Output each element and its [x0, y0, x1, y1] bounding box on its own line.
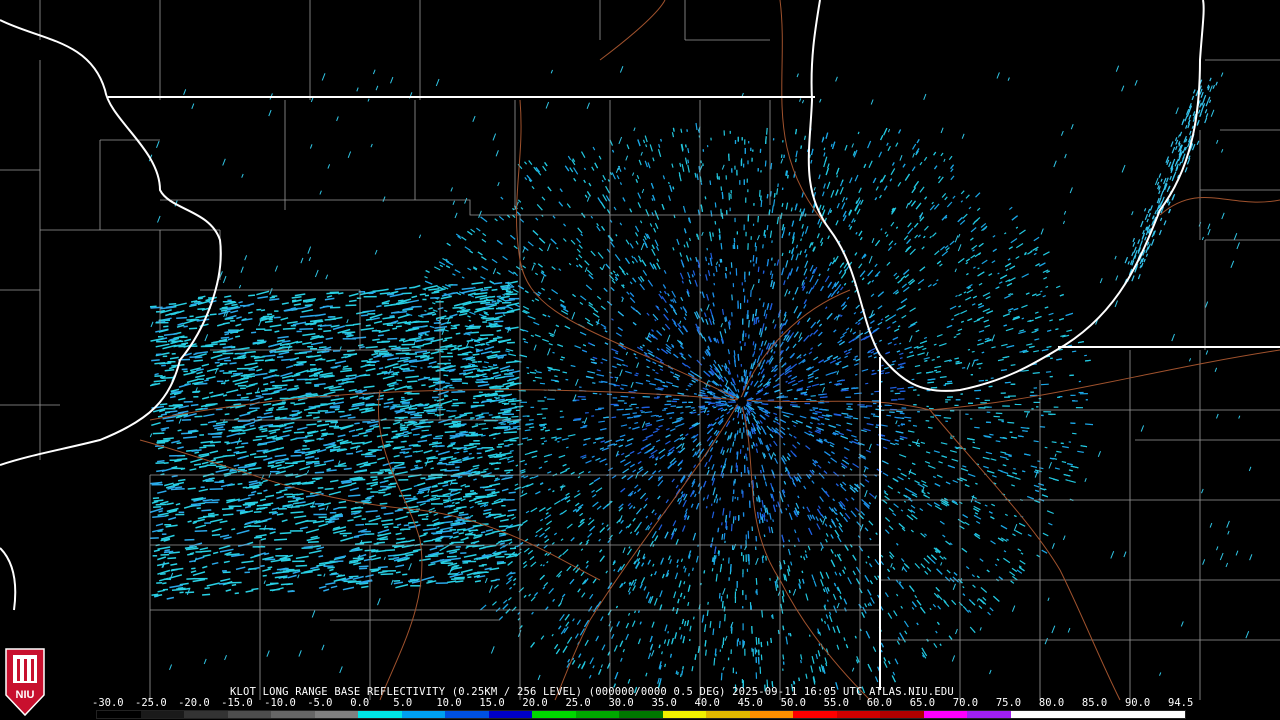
- radar-map: [0, 0, 1280, 720]
- scale-label: -10.0: [264, 697, 296, 709]
- scale-swatch: [1141, 711, 1185, 718]
- scale-swatch: [488, 711, 533, 718]
- scale-swatch: [140, 711, 185, 718]
- scale-swatch: [619, 711, 663, 718]
- scale-label: 75.0: [995, 697, 1022, 709]
- scale-swatch: [271, 711, 315, 718]
- scale-label: -15.0: [221, 697, 253, 709]
- scale-label: -20.0: [178, 697, 210, 709]
- scale-swatch: [749, 711, 794, 718]
- scale-swatch: [401, 711, 446, 718]
- scale-swatch: [575, 711, 620, 718]
- scale-label: 94.5: [1168, 697, 1194, 709]
- scale-swatch: [532, 711, 576, 718]
- scale-label: 65.0: [909, 697, 936, 709]
- scale-swatch: [227, 711, 272, 718]
- radar-site: [737, 397, 747, 407]
- scale-label: 0.0: [350, 697, 370, 709]
- scale-swatch: [358, 711, 402, 718]
- scale-label: 80.0: [1038, 697, 1065, 709]
- scale-swatch: [445, 711, 489, 718]
- scale-swatch: [1097, 711, 1142, 718]
- scale-swatch: [880, 711, 924, 718]
- scale-swatch: [1010, 711, 1055, 718]
- scale-label: 85.0: [1081, 697, 1108, 709]
- scale-label: 5.0: [393, 697, 413, 709]
- scale-label: 90.0: [1124, 697, 1151, 709]
- scale-swatch: [706, 711, 750, 718]
- color-scale-labels: -30.0 -25.0 -20.0 -15.0 -10.0 -5.0 0.0 5.0 10.0 1…: [92, 697, 1194, 709]
- scale-label: 35.0: [651, 697, 677, 709]
- color-scale-bar: [96, 710, 1186, 719]
- scale-label: 55.0: [823, 697, 849, 709]
- scale-label: 60.0: [866, 697, 893, 709]
- scale-swatch: [97, 711, 141, 718]
- scale-label: 40.0: [694, 697, 720, 709]
- scale-label: 70.0: [952, 697, 979, 709]
- scale-swatch: [793, 711, 837, 718]
- scale-label: 30.0: [608, 697, 634, 709]
- scale-label: 20.0: [522, 697, 548, 709]
- scale-label: 15.0: [479, 697, 505, 709]
- scale-swatch: [923, 711, 968, 718]
- scale-label: 25.0: [565, 697, 591, 709]
- logo-text: NIU: [16, 689, 35, 701]
- scale-swatch: [1054, 711, 1098, 718]
- scale-swatch: [836, 711, 881, 718]
- scale-swatch: [662, 711, 707, 718]
- scale-label: -30.0: [92, 697, 124, 709]
- niu-logo: NIU: [5, 648, 45, 717]
- scale-swatch: [967, 711, 1011, 718]
- scale-swatch: [184, 711, 228, 718]
- scale-label: -5.0: [307, 697, 333, 709]
- scale-label: 10.0: [436, 697, 462, 709]
- scale-label: 45.0: [737, 697, 763, 709]
- scale-label: 50.0: [780, 697, 806, 709]
- scale-label: -25.0: [135, 697, 167, 709]
- scale-swatch: [314, 711, 359, 718]
